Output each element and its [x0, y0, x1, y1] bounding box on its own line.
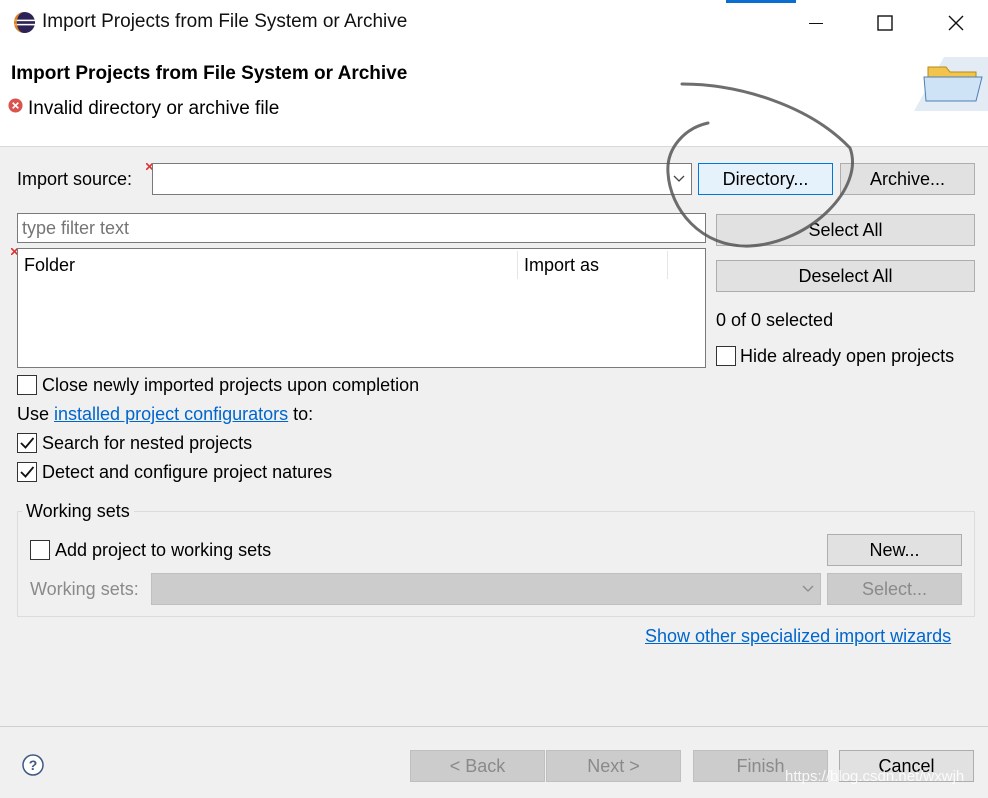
maximize-icon: [877, 14, 893, 31]
selection-count: 0 of 0 selected: [716, 310, 834, 330]
close-button[interactable]: [933, 0, 979, 45]
column-divider: [667, 251, 668, 279]
import-source-combo[interactable]: [152, 163, 692, 195]
eclipse-icon: [13, 11, 36, 34]
window-title: Import Projects from File System or Arch…: [42, 11, 408, 32]
close-icon: [948, 15, 964, 30]
deselect-all-button[interactable]: Deselect All: [716, 260, 975, 292]
error-message: Invalid directory or archive file: [28, 98, 280, 119]
add-to-working-sets-checkbox[interactable]: [30, 540, 50, 560]
installed-configurators-link[interactable]: installed project configurators: [54, 404, 288, 424]
svg-text:?: ?: [29, 757, 38, 773]
annotation-circle: [666, 82, 854, 248]
select-working-sets-button[interactable]: Select...: [827, 573, 962, 605]
hide-open-projects-label[interactable]: Hide already open projects: [740, 346, 954, 367]
working-sets-combo[interactable]: [151, 573, 821, 605]
projects-table[interactable]: Folder Import as: [17, 248, 706, 368]
archive-button[interactable]: Archive...: [840, 163, 975, 195]
page-title: Import Projects from File System or Arch…: [11, 63, 408, 84]
maximize-button[interactable]: [862, 0, 908, 45]
use-prefix: Use: [17, 404, 50, 424]
use-suffix: to:: [293, 404, 314, 424]
close-imported-label[interactable]: Close newly imported projects upon compl…: [42, 375, 419, 396]
detect-natures-label[interactable]: Detect and configure project natures: [42, 462, 332, 483]
working-sets-label: Working sets:: [30, 579, 139, 599]
help-icon[interactable]: ?: [22, 754, 44, 776]
minimize-button[interactable]: [793, 0, 839, 45]
title-accent-strip: [726, 0, 796, 3]
checkmark-icon: [20, 466, 35, 478]
hide-open-projects-checkbox[interactable]: [716, 346, 736, 366]
watermark-text: https://blog.csdn.net/wxwjh: [785, 768, 965, 785]
working-sets-group-title: Working sets: [22, 501, 134, 522]
specialized-wizards-link[interactable]: Show other specialized import wizards: [645, 626, 951, 647]
next-button[interactable]: Next >: [546, 750, 681, 782]
footer-separator: [0, 726, 988, 727]
nested-projects-label[interactable]: Search for nested projects: [42, 433, 252, 454]
filter-input[interactable]: [17, 213, 706, 243]
new-working-set-button[interactable]: New...: [827, 534, 962, 566]
column-header-folder[interactable]: Folder: [24, 255, 75, 276]
column-header-import-as[interactable]: Import as: [524, 255, 599, 276]
minimize-icon: [809, 22, 823, 24]
detect-natures-checkbox[interactable]: [17, 462, 37, 482]
chevron-down-icon[interactable]: [802, 585, 814, 593]
configurators-line: Use installed project configurators to:: [17, 404, 313, 425]
checkmark-icon: [20, 437, 35, 449]
add-to-working-sets-label[interactable]: Add project to working sets: [55, 540, 271, 561]
import-source-label: Import source:: [17, 169, 133, 189]
nested-projects-checkbox[interactable]: [17, 433, 37, 453]
error-icon: [8, 98, 23, 113]
folder-banner-icon: [914, 57, 988, 111]
back-button[interactable]: < Back: [410, 750, 545, 782]
column-divider: [517, 251, 518, 279]
close-imported-checkbox[interactable]: [17, 375, 37, 395]
